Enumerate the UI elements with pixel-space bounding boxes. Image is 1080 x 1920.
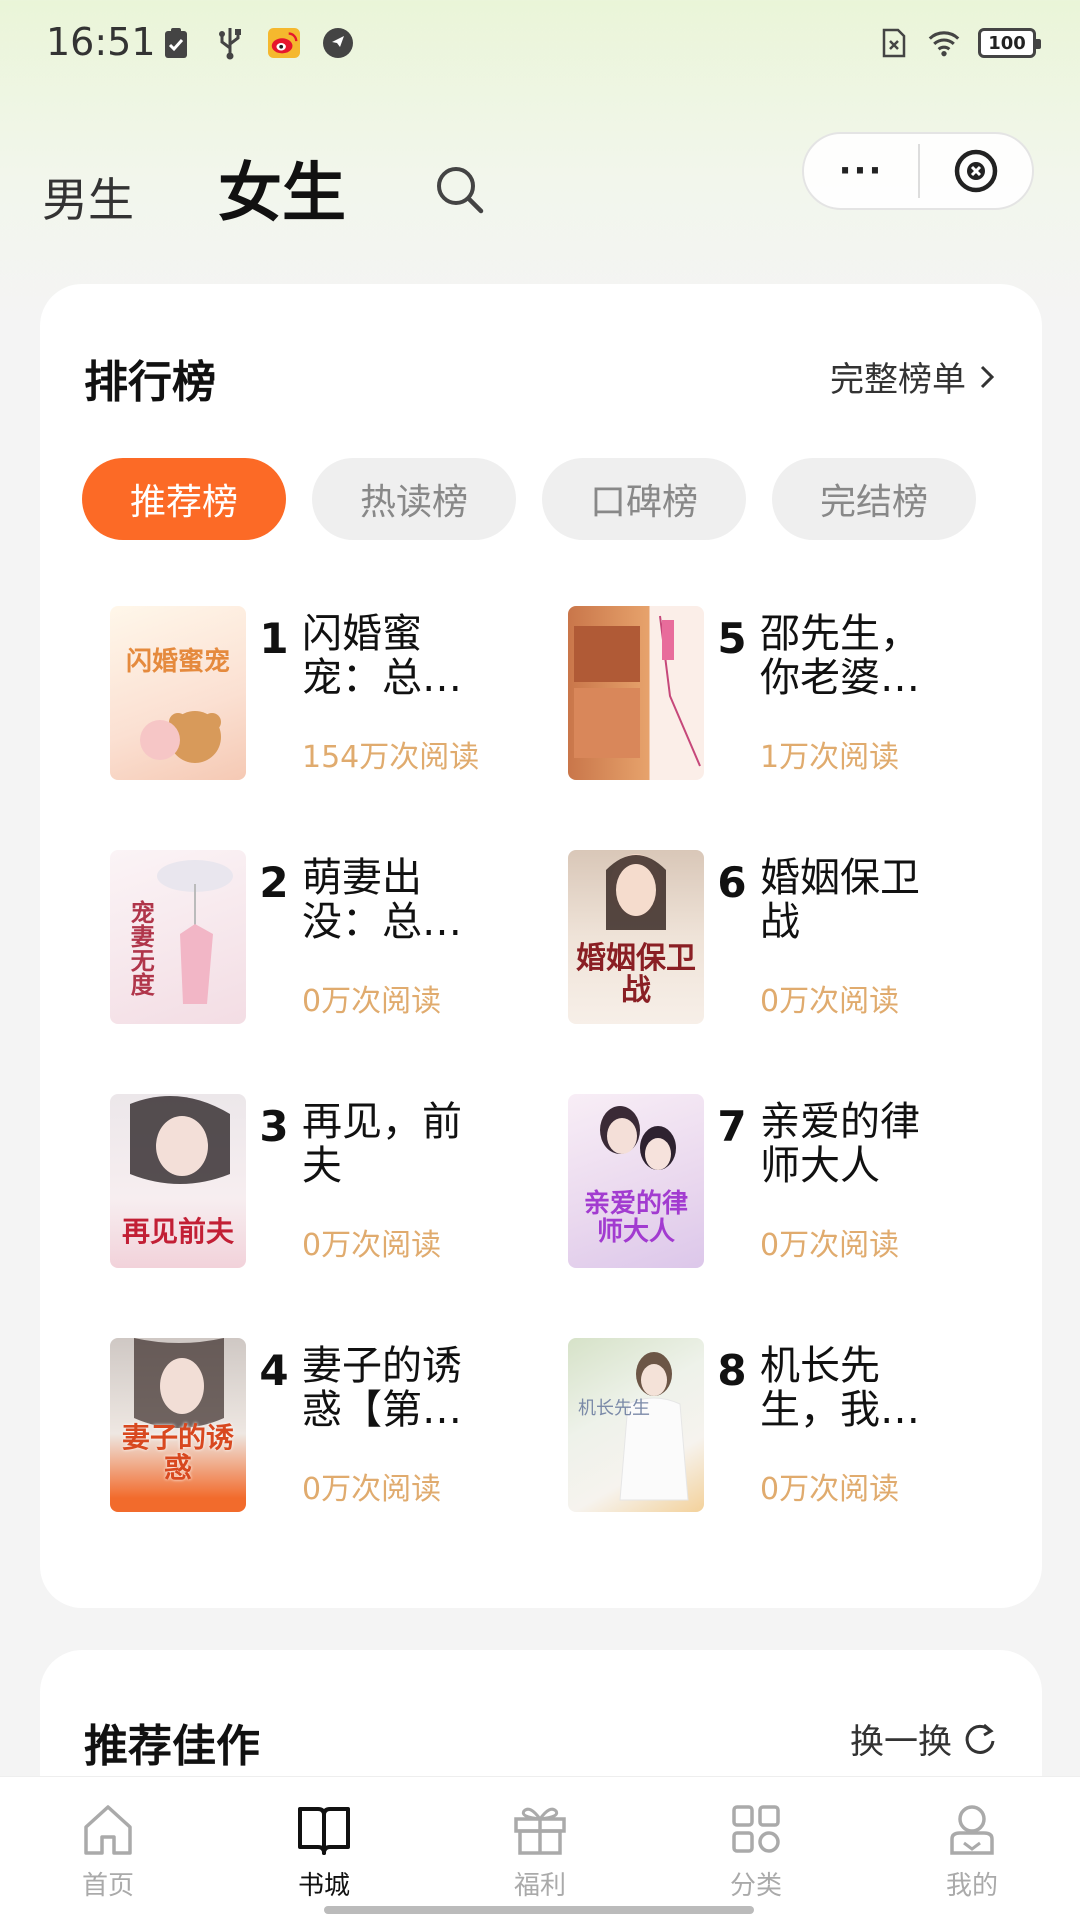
book-rank: 1 <box>259 614 289 663</box>
book-rank: 5 <box>717 614 747 663</box>
recommend-title: 推荐佳作 <box>84 1721 260 1772</box>
category-icon <box>732 1805 780 1853</box>
book-reads: 1万次阅读 <box>760 740 900 775</box>
book-cover: 妻子的诱惑 <box>110 1338 246 1512</box>
book-cover: 机长先生 <box>568 1338 704 1512</box>
chevron-right-icon <box>980 365 995 388</box>
cover-title: 亲爱的律师大人 <box>583 1189 688 1247</box>
close-circle-icon <box>954 149 998 193</box>
nav-bookstore[interactable]: 书城 <box>216 1777 432 1920</box>
book-item[interactable]: 机长先生 8 机长先生，我… 0万次阅读 <box>568 1338 988 1512</box>
ranking-card: 排行榜 完整榜单 推荐榜 热读榜 口碑榜 完结榜 闪婚蜜宠 1 闪婚蜜宠：总… … <box>40 284 1042 1608</box>
book-cover: 婚姻保卫战 <box>568 850 704 1024</box>
book-title: 婚姻保卫战 <box>760 856 920 944</box>
book-cover: 再见前夫 <box>110 1094 246 1268</box>
book-rank: 8 <box>717 1346 747 1395</box>
weibo-icon <box>268 26 300 60</box>
book-title: 妻子的诱惑【第… <box>302 1344 462 1432</box>
nav-welfare[interactable]: 福利 <box>432 1777 648 1920</box>
nav-label: 首页 <box>81 1871 134 1901</box>
profile-icon <box>950 1805 994 1855</box>
book-title: 萌妻出没：总… <box>302 856 462 944</box>
book-item[interactable]: 宠妻无度 2 萌妻出没：总… 0万次阅读 <box>110 850 568 1024</box>
book-title: 闪婚蜜宠：总… <box>302 612 462 700</box>
ranking-book-list: 闪婚蜜宠 1 闪婚蜜宠：总… 154万次阅读 5 邵先生，你老婆… 1万次阅读 <box>110 606 990 1512</box>
tab-finished[interactable]: 完结榜 <box>772 458 976 540</box>
book-item[interactable]: 婚姻保卫战 6 婚姻保卫战 0万次阅读 <box>568 850 988 1024</box>
book-reads: 0万次阅读 <box>302 1472 442 1507</box>
nav-home[interactable]: 首页 <box>0 1777 216 1920</box>
refresh-icon <box>965 1723 995 1754</box>
tab-reputation[interactable]: 口碑榜 <box>542 458 746 540</box>
tab-female[interactable]: 女生 <box>218 142 346 234</box>
sim-missing-icon <box>878 26 910 60</box>
nav-label: 分类 <box>729 1871 782 1901</box>
book-reads: 0万次阅读 <box>760 984 900 1019</box>
book-cover: 闪婚蜜宠 <box>110 606 246 780</box>
home-indicator[interactable] <box>324 1906 754 1914</box>
tab-recommend[interactable]: 推荐榜 <box>82 458 286 540</box>
book-reads: 0万次阅读 <box>760 1472 900 1507</box>
cover-title: 再见前夫 <box>121 1214 234 1248</box>
book-reads: 154万次阅读 <box>302 740 480 775</box>
close-miniapp-button[interactable] <box>920 134 1032 208</box>
status-bar: 16:51 100 <box>0 0 1080 90</box>
book-rank: 4 <box>259 1346 289 1395</box>
book-rank: 3 <box>259 1102 289 1151</box>
book-icon <box>298 1807 350 1855</box>
battery-level: 100 <box>988 32 1026 54</box>
book-cover: 亲爱的律师大人 <box>568 1094 704 1268</box>
book-item[interactable]: 再见前夫 3 再见，前夫 0万次阅读 <box>110 1094 568 1268</box>
gift-icon <box>514 1807 566 1855</box>
book-item[interactable]: 亲爱的律师大人 7 亲爱的律师大人 0万次阅读 <box>568 1094 988 1268</box>
cover-title: 闪婚蜜宠 <box>125 647 230 678</box>
cover-title: 宠妻无度 <box>126 900 156 996</box>
tab-hot[interactable]: 热读榜 <box>312 458 516 540</box>
miniapp-capsule: ··· <box>802 132 1034 210</box>
ranking-tabs: 推荐榜 热读榜 口碑榜 完结榜 <box>82 458 976 540</box>
nav-category[interactable]: 分类 <box>648 1777 864 1920</box>
book-reads: 0万次阅读 <box>302 1228 442 1263</box>
bottom-nav: 首页 书城 福利 分类 我的 <box>0 1776 1080 1920</box>
book-reads: 0万次阅读 <box>302 984 442 1019</box>
more-menu-button[interactable]: ··· <box>804 134 918 208</box>
book-reads: 0万次阅读 <box>760 1228 900 1263</box>
search-icon[interactable] <box>432 162 488 218</box>
cover-title: 婚姻保卫战 <box>576 941 696 1008</box>
refresh-label: 换一换 <box>850 1722 952 1762</box>
home-icon <box>84 1805 132 1855</box>
navigation-icon <box>322 26 354 60</box>
full-ranking-link[interactable]: 完整榜单 <box>830 352 998 401</box>
book-item[interactable]: 闪婚蜜宠 1 闪婚蜜宠：总… 154万次阅读 <box>110 606 568 780</box>
full-ranking-label: 完整榜单 <box>830 360 966 400</box>
book-item[interactable]: 妻子的诱惑 4 妻子的诱惑【第… 0万次阅读 <box>110 1338 568 1512</box>
status-time: 16:51 <box>46 20 156 64</box>
book-rank: 7 <box>717 1102 747 1151</box>
book-rank: 2 <box>259 858 289 907</box>
book-title: 再见，前夫 <box>302 1100 462 1188</box>
book-title: 亲爱的律师大人 <box>760 1100 920 1188</box>
top-header: 男生 女生 ··· <box>0 120 1080 240</box>
ranking-title: 排行榜 <box>84 357 216 408</box>
book-cover <box>568 606 704 780</box>
nav-profile[interactable]: 我的 <box>864 1777 1080 1920</box>
book-rank: 6 <box>717 858 747 907</box>
book-title: 机长先生，我… <box>760 1344 920 1432</box>
cover-title: 机长先生 <box>578 1398 650 1419</box>
nav-label: 书城 <box>297 1871 350 1901</box>
book-title: 邵先生，你老婆… <box>760 612 920 700</box>
clipboard-check-icon <box>160 26 192 60</box>
wifi-icon <box>928 26 960 60</box>
cover-title: 妻子的诱惑 <box>121 1421 234 1484</box>
book-cover: 宠妻无度 <box>110 850 246 1024</box>
nav-label: 我的 <box>945 1871 998 1901</box>
book-item[interactable]: 5 邵先生，你老婆… 1万次阅读 <box>568 606 988 780</box>
usb-icon <box>214 26 246 60</box>
refresh-button[interactable]: 换一换 <box>850 1714 998 1763</box>
battery-icon: 100 <box>978 28 1041 58</box>
nav-label: 福利 <box>513 1871 566 1901</box>
tab-male[interactable]: 男生 <box>42 164 134 230</box>
